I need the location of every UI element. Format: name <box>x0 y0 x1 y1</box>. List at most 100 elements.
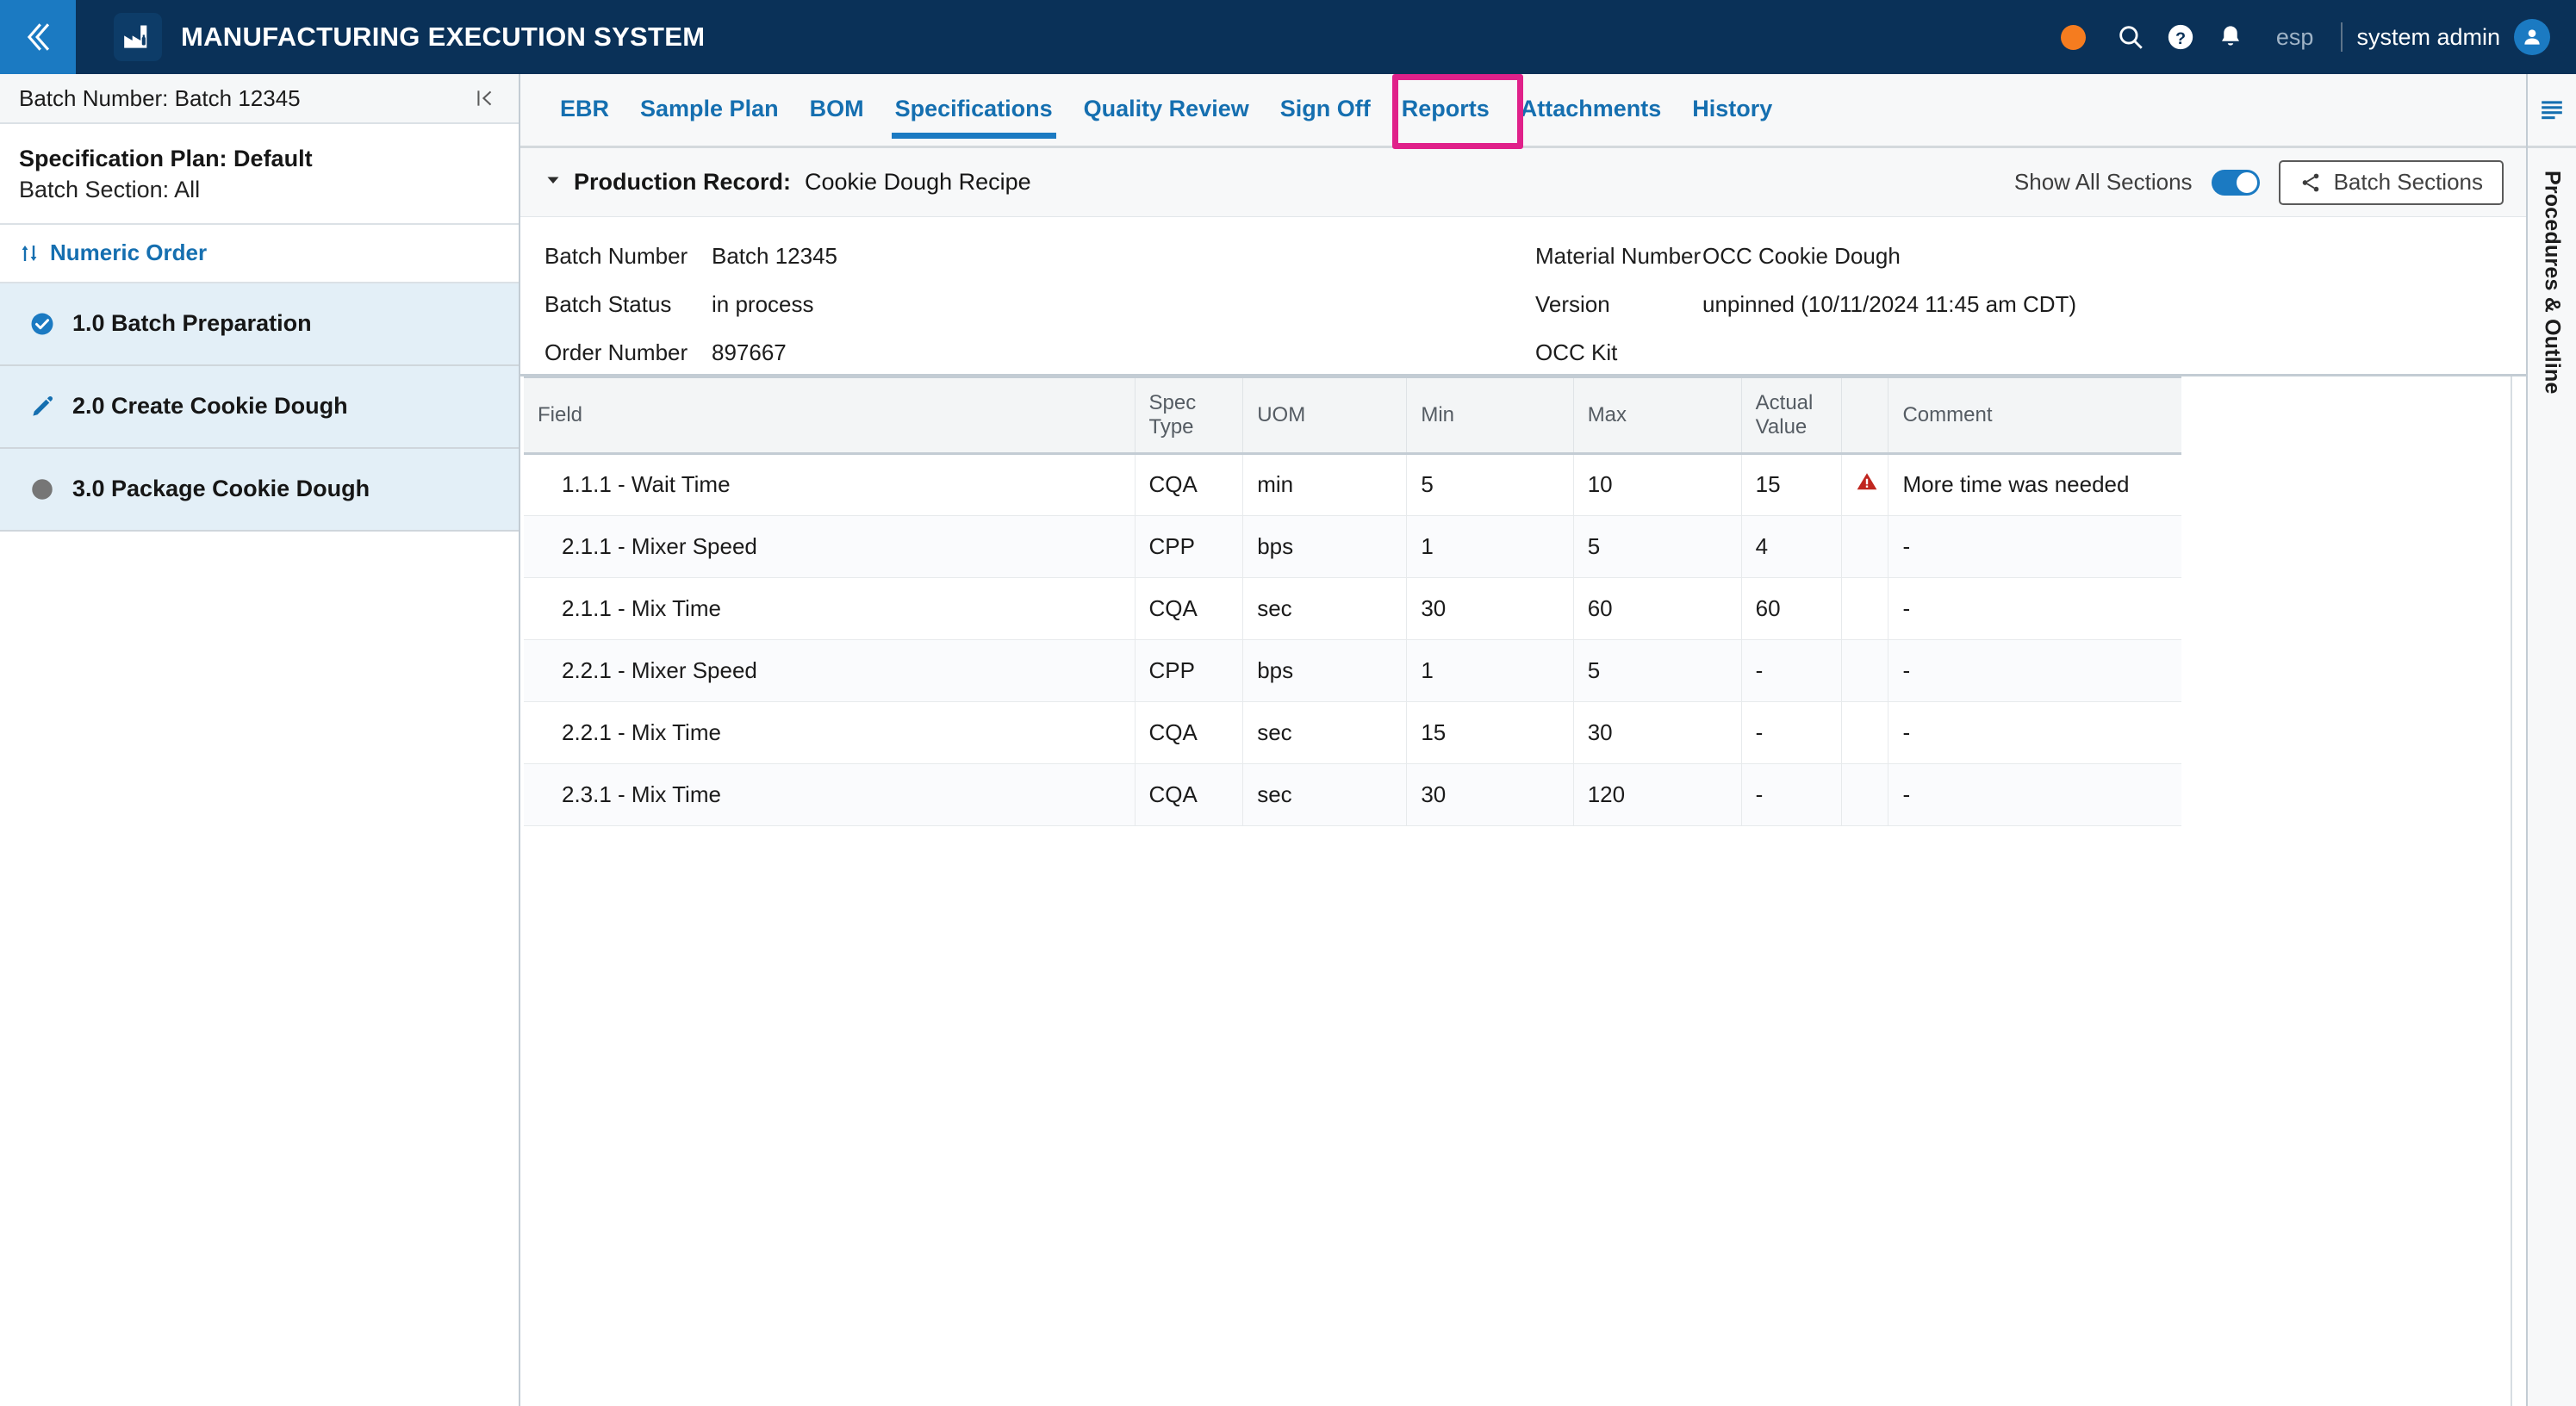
info-key: Version <box>1535 290 1610 317</box>
sidebar-collapse-panel-button[interactable] <box>474 86 496 110</box>
cell-spec-type: CQA <box>1135 701 1244 764</box>
svg-text:?: ? <box>2175 29 2186 48</box>
cell-field: 2.1.1 - Mix Time <box>524 577 1136 640</box>
cell-status <box>1841 701 1889 764</box>
tab-sample-plan[interactable]: Sample Plan <box>625 72 794 146</box>
sidebar-item-label: 2.0 Create Cookie Dough <box>72 393 348 420</box>
specification-plan-block: Specification Plan: Default Batch Sectio… <box>0 124 519 225</box>
batch-info-panel: Batch Number Batch 12345 Batch Status in… <box>520 217 2526 376</box>
sidebar-item-label: 3.0 Package Cookie Dough <box>72 476 370 502</box>
batch-section-label: Batch Section: All <box>19 177 201 203</box>
table-row[interactable]: 1.1.1 - Wait Time CQA min 5 10 15 More t… <box>524 453 2181 516</box>
column-header-status <box>1841 376 1889 455</box>
cell-uom: bps <box>1242 639 1408 702</box>
column-header-min[interactable]: Min <box>1406 376 1574 455</box>
header-divider <box>2341 22 2343 52</box>
info-row-batch-status: Batch Status in process <box>544 283 1535 326</box>
cell-max: 5 <box>1573 515 1742 578</box>
info-value: 897667 <box>712 339 787 365</box>
status-indicator-dot[interactable] <box>2060 24 2086 50</box>
cell-status <box>1841 453 1889 516</box>
tab-reports[interactable]: Reports <box>1386 72 1505 146</box>
table-row[interactable]: 2.1.1 - Mix Time CQA sec 30 60 60 - <box>524 577 2181 640</box>
tab-sign-off[interactable]: Sign Off <box>1265 72 1386 146</box>
info-key: Batch Number <box>544 242 688 269</box>
tab-bom[interactable]: BOM <box>794 72 880 146</box>
table-row[interactable]: 2.2.1 - Mixer Speed CPP bps 1 5 - - <box>524 639 2181 702</box>
column-header-max[interactable]: Max <box>1573 376 1742 455</box>
column-header-uom[interactable]: UOM <box>1242 376 1408 455</box>
sidebar-item-create-cookie-dough[interactable]: 2.0 Create Cookie Dough <box>0 365 519 449</box>
cell-min: 5 <box>1406 453 1574 516</box>
record-bar-actions: Show All Sections Batch Sections <box>2013 159 2504 205</box>
warning-triangle-icon <box>1857 473 1877 490</box>
cell-min: 30 <box>1406 763 1574 826</box>
info-value: OCC Cookie Dough <box>1702 242 1901 269</box>
app-header: MANUFACTURING EXECUTION SYSTEM ? esp sys… <box>0 0 2576 74</box>
batch-sections-label: Batch Sections <box>2333 169 2483 195</box>
table-row[interactable]: 2.3.1 - Mix Time CQA sec 30 120 - - <box>524 763 2181 826</box>
procedures-outline-toggle[interactable] <box>2528 74 2576 148</box>
cell-min: 1 <box>1406 639 1574 702</box>
app-logo <box>114 13 162 61</box>
column-header-field[interactable]: Field <box>524 376 1136 455</box>
production-record-label: Production Record: <box>574 169 792 195</box>
column-header-comment[interactable]: Comment <box>1888 376 2181 455</box>
cell-actual: - <box>1741 639 1842 702</box>
pencil-icon <box>33 395 53 416</box>
language-selector[interactable]: esp <box>2276 24 2314 51</box>
info-row-order-number: Order Number 897667 <box>544 331 1535 374</box>
column-header-actual-value[interactable]: Actual Value <box>1741 376 1842 455</box>
info-key: OCC Kit <box>1535 339 1618 365</box>
search-button[interactable] <box>2112 19 2149 55</box>
help-button[interactable]: ? <box>2162 19 2199 55</box>
cell-min: 15 <box>1406 701 1574 764</box>
cell-field: 1.1.1 - Wait Time <box>524 453 1136 516</box>
cell-status <box>1841 763 1889 826</box>
cell-min: 30 <box>1406 577 1574 640</box>
table-row[interactable]: 2.1.1 - Mixer Speed CPP bps 1 5 4 - <box>524 515 2181 578</box>
tab-ebr[interactable]: EBR <box>544 72 625 146</box>
production-record-bar: Production Record: Cookie Dough Recipe S… <box>520 148 2526 217</box>
sidebar-collapse-button[interactable] <box>0 0 76 74</box>
numeric-order-toggle[interactable]: Numeric Order <box>0 225 519 283</box>
cell-field: 2.3.1 - Mix Time <box>524 763 1136 826</box>
share-nodes-icon <box>2302 173 2318 191</box>
tab-history[interactable]: History <box>1677 72 1788 146</box>
info-row-batch-number: Batch Number Batch 12345 <box>544 234 1535 277</box>
cell-comment: - <box>1888 701 2181 764</box>
show-all-sections-label: Show All Sections <box>2013 169 2193 195</box>
factory-icon <box>124 25 147 48</box>
table-row[interactable]: 2.2.1 - Mix Time CQA sec 15 30 - - <box>524 701 2181 764</box>
batch-sections-button[interactable]: Batch Sections <box>2278 159 2504 205</box>
sidebar-item-package-cookie-dough[interactable]: 3.0 Package Cookie Dough <box>0 448 519 532</box>
cell-spec-type: CPP <box>1135 639 1244 702</box>
check-circle-icon <box>31 313 53 335</box>
collapse-panel-left-icon <box>477 90 492 106</box>
info-row-version: Version unpinned (10/11/2024 11:45 am CD… <box>1535 283 2076 326</box>
right-rail-panel: Procedures & Outline <box>2526 74 2576 1406</box>
notifications-button[interactable] <box>2212 19 2249 55</box>
tab-bar: EBR Sample Plan BOM Specifications Quali… <box>520 72 2526 149</box>
cell-spec-type: CQA <box>1135 577 1244 640</box>
chevron-double-left-icon <box>27 23 50 51</box>
cell-status <box>1841 515 1889 578</box>
show-all-sections-toggle[interactable] <box>2211 169 2260 196</box>
record-collapse-toggle[interactable] <box>544 171 562 193</box>
main-vertical-scrollbar[interactable] <box>2511 376 2526 1406</box>
avatar[interactable] <box>2514 19 2550 55</box>
cell-spec-type: CQA <box>1135 763 1244 826</box>
column-header-spec-type[interactable]: Spec Type <box>1135 376 1244 455</box>
page-title: MANUFACTURING EXECUTION SYSTEM <box>181 22 706 52</box>
tab-attachments[interactable]: Attachments <box>1505 72 1677 146</box>
specifications-table-container: Field Spec Type UOM Min Max Actual Value… <box>520 376 2526 1406</box>
info-row-occ-kit: OCC Kit <box>1535 331 2076 374</box>
tab-quality-review[interactable]: Quality Review <box>1068 72 1265 146</box>
sidebar-batch-header: Batch Number: Batch 12345 <box>0 74 519 124</box>
tab-specifications[interactable]: Specifications <box>880 72 1068 146</box>
info-key: Order Number <box>544 339 688 365</box>
header-actions: ? esp system admin <box>2060 0 2576 74</box>
help-circle-icon: ? <box>2168 24 2193 50</box>
sidebar-item-batch-preparation[interactable]: 1.0 Batch Preparation <box>0 283 519 366</box>
gray-circle-icon <box>32 479 53 500</box>
